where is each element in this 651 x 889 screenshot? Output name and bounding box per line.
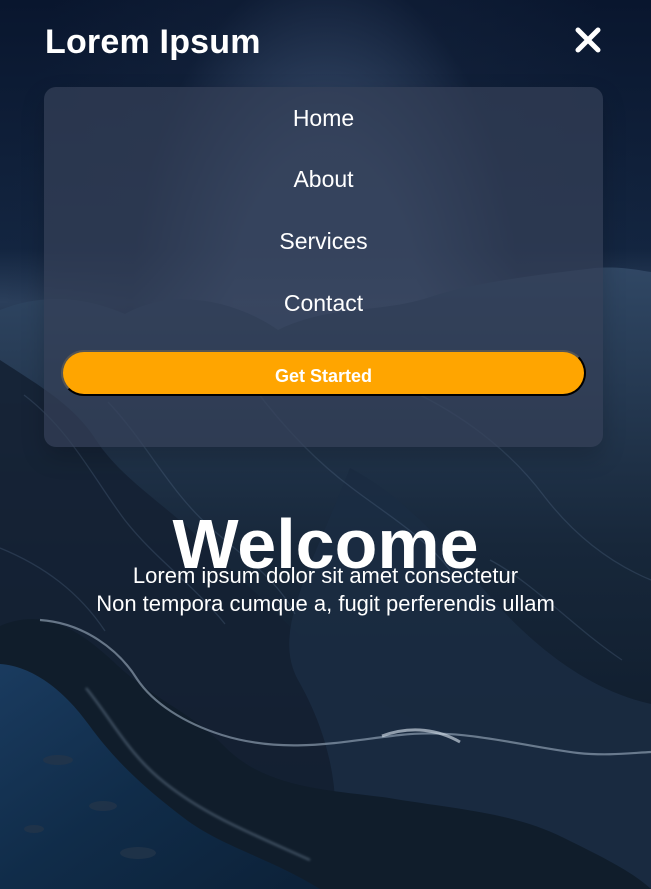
hero-description-line-two: Non tempora cumque a, fugit perferendis … [96, 591, 555, 616]
close-icon [575, 27, 601, 53]
hero-description-line-one: Lorem ipsum dolor sit amet consectetur [132, 563, 519, 588]
mobile-landing-page: Lorem Ipsum Home About Services Contact … [0, 0, 651, 889]
get-started-button[interactable]: Get Started [61, 350, 586, 396]
brand-logo-text[interactable]: Lorem Ipsum [45, 22, 261, 62]
menu-item-about[interactable]: About [44, 164, 603, 194]
mobile-navigation-menu: Home About Services Contact Get Started [44, 87, 603, 447]
menu-item-home[interactable]: Home [44, 103, 603, 133]
menu-item-contact[interactable]: Contact [44, 288, 603, 318]
menu-item-services[interactable]: Services [44, 226, 603, 256]
close-menu-button[interactable] [571, 23, 605, 57]
site-header: Lorem Ipsum [44, 18, 607, 68]
